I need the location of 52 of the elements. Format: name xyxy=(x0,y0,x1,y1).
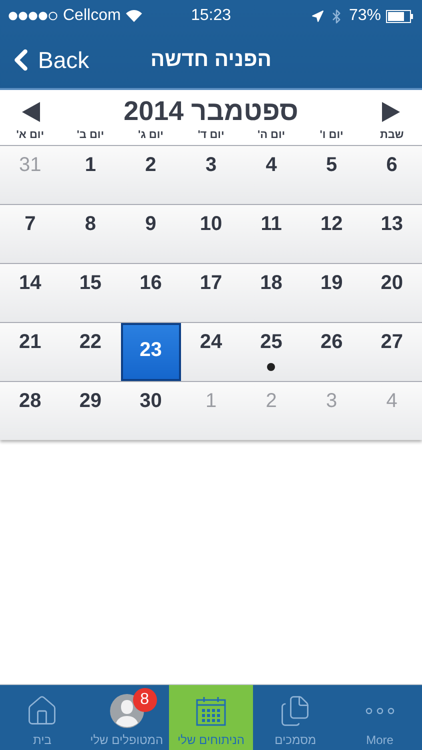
day-cell[interactable]: 21 xyxy=(0,323,60,381)
day-cell[interactable]: 9 xyxy=(120,205,181,263)
wifi-icon xyxy=(126,10,142,22)
day-cell[interactable]: 3 xyxy=(180,146,242,204)
location-icon xyxy=(310,10,324,22)
day-cell[interactable]: 17 xyxy=(180,264,242,322)
day-cell[interactable]: 4 xyxy=(241,146,302,204)
day-cell[interactable]: 12 xyxy=(301,205,362,263)
day-cell[interactable]: 20 xyxy=(362,264,422,322)
weekday-label: יום ד' xyxy=(196,128,226,143)
day-cell[interactable]: 13 xyxy=(362,205,422,263)
day-cell[interactable]: 14 xyxy=(0,264,60,322)
day-cell[interactable]: 24 xyxy=(180,323,242,381)
day-cell[interactable]: 18 xyxy=(241,264,302,322)
previous-month-button[interactable] xyxy=(22,102,40,122)
day-cell[interactable]: 23 xyxy=(120,323,181,381)
day-cell[interactable]: 10 xyxy=(180,205,242,263)
weekday-label: יום ג' xyxy=(136,128,164,143)
weekday-label: יום ה' xyxy=(256,128,286,143)
weekday-label: יום ב' xyxy=(76,128,106,143)
weekday-label: יום ו' xyxy=(318,128,344,143)
day-cell[interactable]: 16 xyxy=(120,264,181,322)
battery-icon xyxy=(386,10,414,22)
month-title: ספטמבר 2014 xyxy=(124,96,298,127)
day-cell[interactable]: 8 xyxy=(60,205,121,263)
next-month-button[interactable] xyxy=(382,102,400,122)
calendar-icon xyxy=(195,695,228,727)
day-cell[interactable]: 27 xyxy=(362,323,422,381)
status-time: 15:23 xyxy=(190,7,232,25)
day-cell[interactable]: 6 xyxy=(362,146,422,204)
day-cell[interactable]: 7 xyxy=(0,205,60,263)
back-button[interactable]: Back xyxy=(0,43,94,77)
day-cell[interactable]: 25 xyxy=(241,323,302,381)
carrier-name: Cellcom xyxy=(63,7,121,25)
day-cell[interactable]: 1 xyxy=(60,146,121,204)
day-cell[interactable]: 29 xyxy=(60,382,121,440)
day-cell[interactable]: 28 xyxy=(0,382,60,440)
day-cell[interactable]: 22 xyxy=(60,323,121,381)
more-icon xyxy=(364,707,395,715)
day-cell[interactable]: 15 xyxy=(60,264,121,322)
weekday-label: שבת xyxy=(378,128,405,143)
signal-icon xyxy=(8,11,58,21)
notification-badge: 8 xyxy=(132,688,157,712)
day-cell[interactable]: 30 xyxy=(120,382,181,440)
day-cell[interactable]: 11 xyxy=(241,205,302,263)
battery-percent: 73% xyxy=(348,7,382,25)
day-cell[interactable]: 19 xyxy=(301,264,362,322)
day-cell[interactable]: 2 xyxy=(120,146,181,204)
day-cell[interactable]: 5 xyxy=(301,146,362,204)
weekday-label: יום א' xyxy=(15,128,46,143)
screen-title: הפניה חדשה xyxy=(150,48,272,72)
day-cell[interactable]: 26 xyxy=(301,323,362,381)
